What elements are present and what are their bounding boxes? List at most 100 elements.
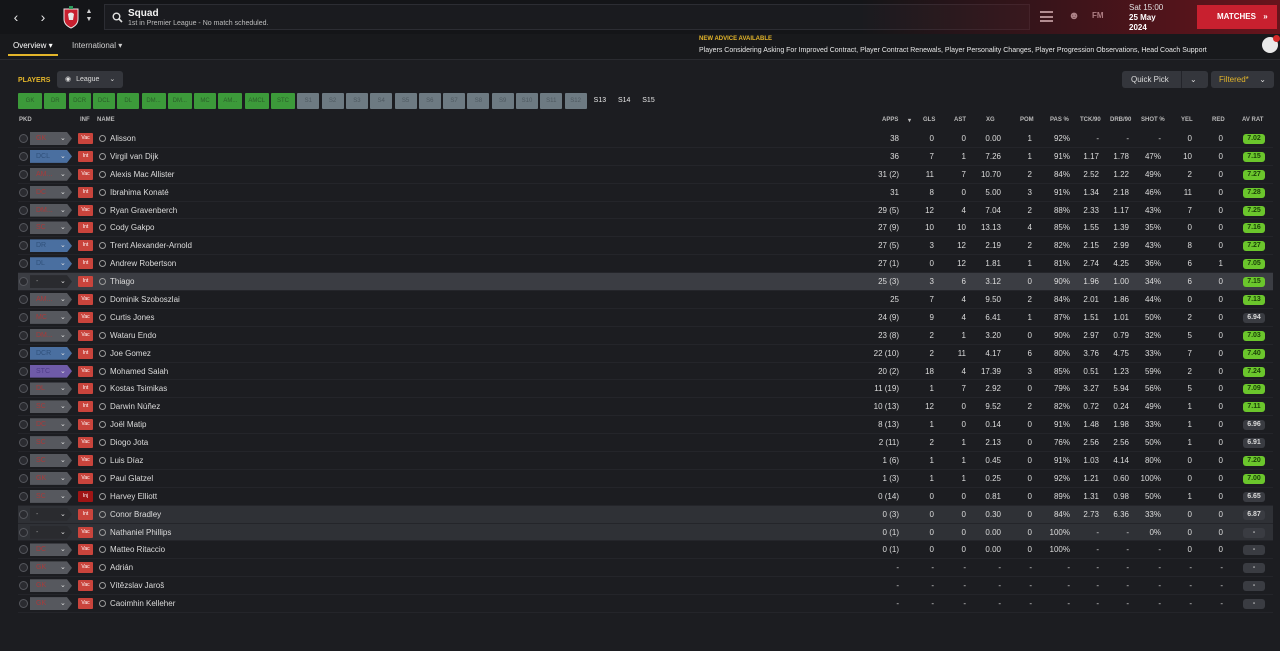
col-xg[interactable]: XG (986, 117, 995, 123)
select-checkbox[interactable] (19, 241, 28, 251)
position-chip[interactable]: DM... (167, 93, 192, 109)
chevron-down-icon[interactable]: ⌄ (60, 559, 68, 576)
chevron-down-icon[interactable]: ⌄ (60, 541, 68, 558)
table-row[interactable]: - ⌄ Int Conor Bradley 0 (3) 0 0 0.30 0 84% 2.73 6.3… (18, 505, 1273, 524)
player-name[interactable]: Diogo Jota (110, 434, 148, 451)
position-chip[interactable]: S3 (345, 93, 368, 109)
table-row[interactable]: DC ⌄ Vac Joël Matip 8 (13) 1 0 0.14 0 91% 1.48 1.98… (18, 416, 1273, 435)
player-name[interactable]: Luis Díaz (110, 452, 143, 469)
position-chip[interactable]: S2 (321, 93, 344, 109)
select-checkbox[interactable] (19, 205, 28, 215)
col-pkd[interactable]: PKD (19, 117, 32, 123)
table-row[interactable]: DCL ⌄ Int Virgil van Dijk 36 7 1 7.26 1 91% 1.17 1.… (18, 148, 1273, 166)
select-checkbox[interactable] (19, 151, 28, 161)
chevron-down-icon[interactable]: ⌄ (60, 577, 68, 594)
player-name[interactable]: Matteo Ritaccio (110, 541, 165, 558)
league-dropdown[interactable]: ◉ League ⌄ (57, 71, 123, 88)
chevron-down-icon[interactable]: ⌄ (60, 524, 68, 541)
player-name[interactable]: Dominik Szoboszlai (110, 291, 180, 308)
player-name[interactable]: Joël Matip (110, 416, 146, 433)
chevron-down-icon[interactable]: ⌄ (60, 166, 68, 183)
select-checkbox[interactable] (19, 348, 28, 358)
select-checkbox[interactable] (19, 563, 28, 573)
select-checkbox[interactable] (19, 384, 28, 394)
filter-dropdown[interactable]: Filtered* ⌄ (1211, 71, 1274, 88)
chevron-down-icon[interactable]: ⌄ (60, 434, 68, 451)
player-name[interactable]: Joe Gomez (110, 345, 151, 362)
player-name[interactable]: Virgil van Dijk (110, 148, 158, 165)
chevron-down-icon[interactable]: ⌄ (60, 327, 68, 344)
chevron-down-icon[interactable]: ⌄ (60, 202, 68, 219)
position-chip[interactable]: S8 (467, 93, 490, 109)
chevron-down-icon[interactable]: ⌄ (60, 595, 68, 612)
position-chip[interactable]: S9 (491, 93, 514, 109)
position-chip[interactable]: S5 (394, 93, 417, 109)
player-name[interactable]: Harvey Elliott (110, 488, 157, 505)
col-pom[interactable]: POM (1020, 117, 1034, 123)
player-name[interactable]: Ibrahima Konaté (110, 184, 169, 201)
select-checkbox[interactable] (19, 312, 28, 322)
col-name[interactable]: NAME (97, 117, 115, 123)
player-name[interactable]: Alisson (110, 130, 136, 147)
player-name[interactable]: Kostas Tsimikas (110, 380, 167, 397)
hamburger-menu-icon[interactable] (1040, 11, 1053, 22)
chevron-down-icon[interactable]: ⌄ (60, 184, 68, 201)
tab-international[interactable]: International ▾ (72, 41, 122, 50)
col-tck[interactable]: TCK/90 (1080, 117, 1101, 123)
table-row[interactable]: DC ⌄ Vac Matteo Ritaccio 0 (1) 0 0 0.00 0 100% - - -… (18, 541, 1273, 560)
col-ast[interactable]: AST (954, 117, 966, 123)
player-name[interactable]: Adrián (110, 559, 133, 576)
position-chip[interactable]: DCR (68, 93, 91, 109)
player-name[interactable]: Cody Gakpo (110, 219, 154, 236)
table-row[interactable]: DM... ⌄ Vac Ryan Gravenberch 29 (5) 12 4 7.04 2 8… (18, 202, 1273, 220)
select-checkbox[interactable] (19, 295, 28, 305)
table-row[interactable]: GK ⌄ Vac Alisson 38 0 0 0.00 1 92% - - -0 0 7.02 (18, 130, 1273, 148)
table-row[interactable]: AM... ⌄ Vac Dominik Szoboszlai 25 7 4 9.50 2 84% 2… (18, 291, 1273, 309)
table-row[interactable]: SC ⌄ Vac Luis Díaz 1 (6) 1 1 0.45 0 91% 1.03 4.14 80… (18, 452, 1273, 470)
select-checkbox[interactable] (19, 330, 28, 340)
col-pas[interactable]: PAS % (1050, 117, 1069, 123)
position-chip[interactable]: S10 (516, 93, 538, 109)
player-name[interactable]: Conor Bradley (110, 506, 161, 523)
chevron-down-icon[interactable]: ⌄ (60, 416, 68, 433)
player-name[interactable]: Caoimhin Kelleher (110, 595, 175, 612)
breadcrumb-search[interactable]: Squad 1st in Premier League - No match s… (104, 4, 1030, 30)
chevron-down-icon[interactable]: ⌄ (60, 398, 68, 415)
table-row[interactable]: DCR ⌄ Int Joe Gomez 22 (10) 2 11 4.17 6 80% 3.76 4.… (18, 345, 1273, 363)
forward-arrow-icon[interactable]: › (36, 9, 50, 25)
chevron-down-icon[interactable]: ⌄ (60, 470, 68, 487)
col-avrat[interactable]: AV RAT (1242, 117, 1263, 123)
table-row[interactable]: STC ⌄ Vac Mohamed Salah 20 (2) 18 4 17.39 3 85% 0.… (18, 363, 1273, 381)
club-crest-icon[interactable] (62, 5, 80, 29)
player-name[interactable]: Alexis Mac Allister (110, 166, 174, 183)
table-row[interactable]: - ⌄ Int Thiago 25 (3) 3 6 3.12 0 90% 1.96 1.00 34% 6 0… (18, 273, 1273, 292)
club-switch-icon[interactable]: ▲ ▼ (84, 8, 94, 26)
select-checkbox[interactable] (19, 438, 28, 448)
table-row[interactable]: DR ⌄ Int Trent Alexander-Arnold 27 (5) 3 12 2.1… (18, 237, 1273, 256)
chevron-down-icon[interactable]: ⌄ (60, 309, 68, 326)
manager-face-icon[interactable]: ☻ (1068, 10, 1080, 22)
quick-pick-dropdown[interactable]: Quick Pick ⌄ (1122, 71, 1208, 88)
table-row[interactable]: DM... ⌄ Vac Wataru Endo 23 (8) 2 1 3.20 0 90% 2.97… (18, 327, 1273, 345)
select-checkbox[interactable] (19, 169, 28, 179)
chevron-down-icon[interactable]: ⌄ (60, 237, 68, 254)
player-name[interactable]: Wataru Endo (110, 327, 156, 344)
position-chip[interactable]: MC (194, 93, 217, 109)
col-drb[interactable]: DRB/90 (1110, 117, 1131, 123)
position-chip[interactable]: S7 (443, 93, 466, 109)
table-row[interactable]: GK ⌄ Vac Adrián - - - - - - - - - - - - (18, 559, 1273, 578)
col-red[interactable]: RED (1212, 117, 1225, 123)
player-name[interactable]: Paul Glatzel (110, 470, 153, 487)
select-checkbox[interactable] (19, 456, 28, 466)
chevron-down-icon[interactable]: ⌄ (60, 273, 68, 290)
matches-button[interactable]: MATCHES » (1197, 5, 1277, 29)
position-chip[interactable]: S6 (418, 93, 441, 109)
table-row[interactable]: GK ⌄ Vac Vítězslav Jaroš - - - - - - - - - - - - (18, 577, 1273, 596)
player-name[interactable]: Darwin Núñez (110, 398, 160, 415)
col-shot[interactable]: SHOT % (1141, 117, 1165, 123)
tab-overview[interactable]: Overview ▾ (8, 41, 58, 56)
position-chip[interactable]: STC (271, 93, 295, 109)
col-gls[interactable]: GLS (923, 117, 935, 123)
player-name[interactable]: Curtis Jones (110, 309, 154, 326)
table-row[interactable]: GK ⌄ Vac Paul Glatzel 1 (3) 1 1 0.25 0 92% 1.21 0.6… (18, 470, 1273, 488)
